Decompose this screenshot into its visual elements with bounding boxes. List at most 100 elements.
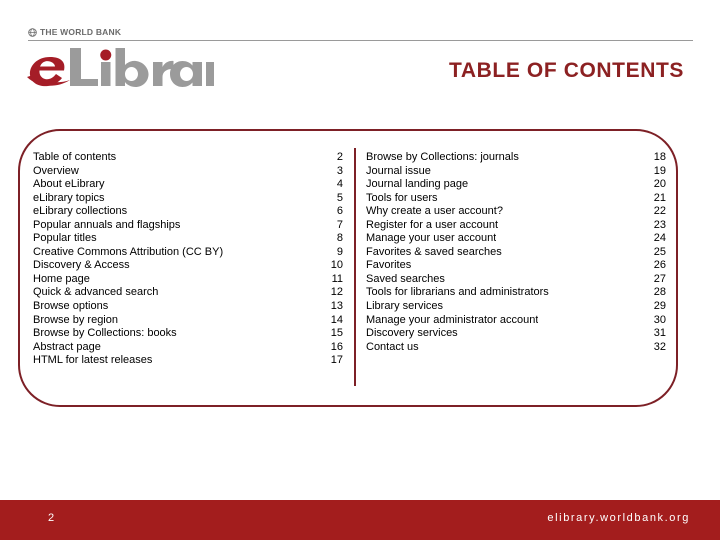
toc-entry-label: Journal landing page: [366, 178, 469, 191]
toc-entry[interactable]: Contact us 32: [366, 341, 666, 355]
toc-entry-label: HTML for latest releases: [33, 354, 153, 367]
toc-entry-page-number: 16: [330, 340, 343, 353]
toc-entry-page-number: 11: [331, 272, 343, 285]
toc-entry-page-number: 7: [336, 218, 343, 231]
toc-entry-page-number: 8: [336, 232, 343, 245]
toc-entry-page-number: 20: [653, 178, 666, 191]
toc-entry-label: Why create a user account?: [366, 205, 503, 218]
toc-entry-page-number: 32: [653, 340, 666, 353]
toc-entry[interactable]: Favorites & saved searches 25: [366, 246, 666, 260]
toc-entry-page-number: 5: [336, 191, 343, 204]
toc-entry-label: Discovery services: [366, 327, 458, 340]
toc-entry[interactable]: Discovery & Access 10: [33, 259, 343, 273]
toc-entry-label: Browse by region: [33, 313, 118, 326]
toc-entry[interactable]: Tools for librarians and administrators 2…: [366, 286, 666, 300]
toc-entry-page-number: 21: [653, 191, 666, 204]
toc-entry[interactable]: Abstract page 16: [33, 341, 343, 355]
toc-entry-label: Tools for users: [366, 191, 438, 204]
toc-entry-label: Table of contents: [33, 151, 117, 163]
toc-entry[interactable]: Browse by Collections: journals 18: [366, 151, 666, 165]
footer-website-url: elibrary.worldbank.org: [547, 512, 690, 524]
toc-entry-page-number: 6: [336, 205, 343, 218]
toc-entry[interactable]: Browse by Collections: books 15: [33, 327, 343, 341]
toc-entry[interactable]: eLibrary collections 6: [33, 205, 343, 219]
toc-entry[interactable]: Discovery services 31: [366, 327, 666, 341]
toc-entry[interactable]: Quick & advanced search 12: [33, 286, 343, 300]
toc-entry-label: Manage your administrator account: [366, 313, 539, 326]
toc-entry-page-number: 22: [653, 205, 666, 218]
toc-entry[interactable]: HTML for latest releases 17: [33, 354, 343, 368]
world-bank-brandline: THE WORLD BANK: [28, 27, 121, 37]
world-bank-label: THE WORLD BANK: [40, 27, 122, 37]
footer-page-number: 2: [48, 512, 55, 524]
toc-entry-label: Saved searches: [366, 272, 445, 285]
toc-entry[interactable]: Browse options 13: [33, 300, 343, 314]
header-divider-rule: [28, 40, 693, 41]
toc-entry-page-number: 25: [653, 245, 666, 258]
toc-entry[interactable]: Why create a user account? 22: [366, 205, 666, 219]
toc-entry-page-number: 10: [330, 259, 343, 272]
toc-entry[interactable]: Library services 29: [366, 300, 666, 314]
toc-entry[interactable]: Home page 11: [33, 273, 343, 287]
toc-entry-label: Tools for librarians and administrators: [366, 286, 549, 299]
toc-entry-label: Favorites: [366, 259, 412, 272]
toc-entry-page-number: 24: [653, 232, 666, 245]
toc-entry-label: Browse options: [33, 300, 109, 313]
toc-entry[interactable]: eLibrary topics 5: [33, 192, 343, 206]
toc-entry-label: Register for a user account: [366, 218, 499, 231]
toc-entry-label: Overview: [33, 164, 79, 177]
toc-entry-page-number: 31: [653, 327, 666, 340]
toc-entry-page-number: 3: [336, 164, 343, 177]
page-title: TABLE OF CONTENTS: [449, 59, 684, 82]
toc-entry-label: eLibrary collections: [33, 205, 128, 218]
globe-icon: [28, 27, 37, 37]
toc-entry-page-number: 27: [653, 272, 666, 285]
toc-entry-page-number: 19: [653, 164, 666, 177]
toc-entry[interactable]: Browse by region 14: [33, 314, 343, 328]
toc-entry-page-number: 18: [653, 151, 666, 163]
toc-entry-label: Journal issue: [366, 164, 431, 177]
toc-entry[interactable]: Saved searches 27: [366, 273, 666, 287]
toc-entry-label: Popular titles: [33, 232, 97, 245]
toc-entry[interactable]: Popular titles 8: [33, 232, 343, 246]
toc-entry-page-number: 12: [330, 286, 343, 299]
toc-entry-label: Popular annuals and flagships: [33, 218, 181, 231]
toc-entry-label: Manage your user account: [366, 232, 497, 245]
toc-entry[interactable]: About eLibrary 4: [33, 178, 343, 192]
toc-entry[interactable]: Overview 3: [33, 165, 343, 179]
toc-entry[interactable]: Tools for users 21: [366, 192, 666, 206]
toc-entry[interactable]: Journal issue 19: [366, 165, 666, 179]
toc-entry[interactable]: Register for a user account 23: [366, 219, 666, 233]
toc-entry-label: Favorites & saved searches: [366, 245, 502, 258]
toc-entry-page-number: 2: [336, 151, 343, 163]
toc-entry-page-number: 15: [330, 327, 343, 340]
toc-entry-page-number: 30: [653, 313, 666, 326]
toc-entry-label: Contact us: [366, 340, 419, 353]
toc-entry[interactable]: Popular annuals and flagships 7: [33, 219, 343, 233]
toc-entry-label: Abstract page: [33, 340, 101, 353]
toc-entry-label: Browse by Collections: books: [33, 327, 177, 340]
toc-entry-page-number: 9: [336, 245, 343, 258]
toc-entry-page-number: 29: [653, 300, 666, 313]
toc-entry-page-number: 17: [330, 354, 343, 367]
toc-entry-label: Discovery & Access: [33, 259, 130, 272]
toc-entry[interactable]: Favorites 26: [366, 259, 666, 273]
toc-entry-page-number: 26: [653, 259, 666, 272]
toc-entry-page-number: 28: [653, 286, 666, 299]
toc-entry[interactable]: Manage your administrator account 30: [366, 314, 666, 328]
toc-entry[interactable]: Table of contents 2: [33, 151, 343, 165]
toc-entry-label: About eLibrary: [33, 178, 105, 191]
toc-entry-label: Creative Commons Attribution (CC BY): [33, 245, 224, 258]
toc-right-column: Browse by Collections: journals 18 Journal…: [366, 151, 666, 354]
toc-content: Table of contents 2 Overview 3 About eLibrar…: [18, 129, 678, 407]
slide-header: THE WORLD BANK TABLE OF CONTENTS: [0, 0, 720, 120]
toc-entry[interactable]: Creative Commons Attribution (CC BY) 9: [33, 246, 343, 260]
toc-left-column: Table of contents 2 Overview 3 About eLibrar…: [33, 151, 343, 368]
toc-entry-label: Browse by Collections: journals: [366, 151, 519, 163]
toc-entry-page-number: 23: [653, 218, 666, 231]
toc-entry[interactable]: Manage your user account 24: [366, 232, 666, 246]
toc-entry-label: eLibrary topics: [33, 191, 105, 204]
toc-entry-label: Home page: [33, 272, 90, 285]
toc-entry-page-number: 4: [336, 178, 343, 191]
toc-entry[interactable]: Journal landing page 20: [366, 178, 666, 192]
